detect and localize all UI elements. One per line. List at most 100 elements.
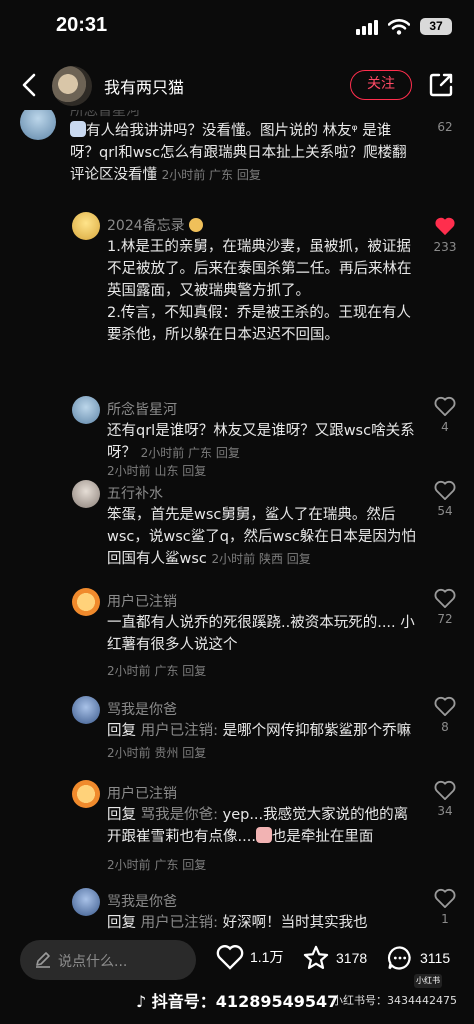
reply-target[interactable]: 用户已注销: xyxy=(141,915,218,931)
like-count: 72 xyxy=(437,612,453,626)
comment-meta[interactable]: 2小时前 广东 回复 xyxy=(107,856,206,873)
commenter-name[interactable]: 骂我是你爸 xyxy=(107,891,177,911)
comment-item: 用户已注销 一直都有人说乔的死很蹊跷..被资本玩死的.... 小红薯有很多人说这… xyxy=(0,586,474,682)
comment-item: 2024备忘录 1.林是王的亲舅，在瑞典沙妻，虽被抓，被证据不足被放了。后来在泰… xyxy=(0,210,474,478)
comment-meta[interactable]: 2小时前 广东 回复 xyxy=(107,662,206,679)
author-avatar[interactable] xyxy=(52,66,92,106)
comment-text: 回复 骂我是你爸: yep...我感觉大家说的他的离开跟崔雪莉也有点像.... 也… xyxy=(107,807,409,845)
emoji-icon xyxy=(70,121,86,137)
author-name[interactable]: 我有两只猫 xyxy=(104,74,184,98)
status-icons: 37 xyxy=(356,18,452,35)
like-button[interactable]: 72 xyxy=(430,588,460,626)
comment-item: 所念皆星河 还有qrl是谁呀？林友又是谁呀？又跟wsc啥关系呀？ 2小时前 广东… xyxy=(0,394,474,474)
signal-icon xyxy=(356,19,378,35)
comment-meta[interactable]: 2小时前 广东 回复 xyxy=(162,168,261,182)
target-emoji-icon xyxy=(189,218,204,232)
wifi-icon xyxy=(388,18,410,35)
xiaohongshu-watermark: 小红书号：3434442475 xyxy=(332,994,457,1007)
comment-total: 3115 xyxy=(420,950,451,966)
like-button[interactable]: 62 xyxy=(430,110,460,134)
like-count: 1 xyxy=(441,912,449,926)
comment-meta[interactable]: 2小时前 陕西 回复 xyxy=(212,552,311,566)
douyin-watermark: ♪ 抖音号：41289549547 xyxy=(136,992,339,1011)
like-count: 8 xyxy=(441,720,449,734)
commenter-avatar[interactable] xyxy=(72,588,100,616)
commenter-name[interactable]: 所念皆星河 xyxy=(107,399,177,419)
share-icon[interactable] xyxy=(428,72,454,98)
collect-total: 3178 xyxy=(336,950,368,966)
heart-outline-icon xyxy=(434,780,456,800)
battery-indicator: 37 xyxy=(420,18,452,35)
xiaohongshu-logo: 小红书 xyxy=(414,974,442,988)
pencil-icon xyxy=(36,952,50,968)
like-button[interactable]: 8 xyxy=(430,696,460,734)
input-placeholder: 说点什么... xyxy=(58,954,128,970)
heart-filled-icon xyxy=(435,217,455,236)
heart-outline-icon xyxy=(434,696,456,716)
comment-text: 回复 用户已注销: 是哪个网传抑郁紫鲨那个乔嘛 2小时前 贵州 回复 xyxy=(107,723,412,760)
comment-bubble-icon xyxy=(387,946,411,970)
like-button[interactable]: 34 xyxy=(430,780,460,818)
watermark: ♪ 抖音号：41289549547 小红书号：3434442475 xyxy=(136,988,474,1012)
like-button[interactable]: 4 xyxy=(430,396,460,434)
commenter-name[interactable]: 骂我是你爸 xyxy=(107,699,177,719)
star-outline-icon xyxy=(303,945,329,970)
like-stat-button[interactable]: 1.1万 xyxy=(216,944,283,970)
like-count: 34 xyxy=(437,804,453,818)
like-total: 1.1万 xyxy=(250,949,284,965)
commenter-avatar[interactable] xyxy=(72,396,100,424)
commenter-name[interactable]: 用户已注销 xyxy=(107,591,177,611)
comment-item: 五行补水 笨蛋，首先是wsc舅舅，鲨人了在瑞典。然后wsc，说wsc鲨了q，然后… xyxy=(0,478,474,578)
heart-outline-icon xyxy=(216,945,244,970)
commenter-avatar[interactable] xyxy=(72,696,100,724)
screen: 20:31 37 我有两只猫 关注 所念皆星河 有人给我讲讲吗？没看懂。图片说的… xyxy=(0,0,474,1024)
like-button[interactable]: 1 xyxy=(430,888,460,926)
commenter-avatar[interactable] xyxy=(72,480,100,508)
heart-outline-icon xyxy=(434,588,456,608)
like-button[interactable]: 54 xyxy=(430,480,460,518)
comment-item: 骂我是你爸 回复 用户已注销: 好深啊！当时其实我也 1 xyxy=(0,886,474,940)
comment-stat-button[interactable]: 3115 xyxy=(386,944,450,972)
like-count: 54 xyxy=(437,504,453,518)
collect-stat-button[interactable]: 3178 xyxy=(302,944,367,972)
comment-text: 一直都有人说乔的死很蹊跷..被资本玩死的.... 小红薯有很多人说这个 xyxy=(107,615,415,653)
comment-input[interactable]: 说点什么... xyxy=(20,940,196,980)
comment-meta[interactable]: 2小时前 贵州 回复 xyxy=(107,746,206,760)
douyin-note-icon: ♪ xyxy=(136,992,147,1011)
follow-button[interactable]: 关注 xyxy=(350,70,412,100)
comment-text: 1.林是王的亲舅，在瑞典沙妻，虽被抓，被证据不足被放了。后来在泰国杀第二任。再后… xyxy=(107,239,412,343)
like-count: 62 xyxy=(437,120,453,134)
like-count: 233 xyxy=(433,240,457,254)
commenter-avatar[interactable] xyxy=(72,212,100,240)
reply-target[interactable]: 骂我是你爸: xyxy=(141,807,218,823)
bottom-action-bar: 说点什么... 1.1万 3178 3115 xyxy=(0,938,474,988)
commenter-name[interactable]: 五行补水 xyxy=(107,483,163,503)
status-time: 20:31 xyxy=(56,14,108,36)
reply-target[interactable]: 用户已注销: xyxy=(141,723,218,739)
comment-item: 骂我是你爸 回复 用户已注销: 是哪个网传抑郁紫鲨那个乔嘛 2小时前 贵州 回复… xyxy=(0,694,474,774)
comment-text: 还有qrl是谁呀？林友又是谁呀？又跟wsc啥关系呀？ 2小时前 广东 回复 xyxy=(107,423,415,461)
heart-outline-icon xyxy=(434,480,456,500)
comment-text: 有人给我讲讲吗？没看懂。图片说的 林友ᵠ 是谁呀？qrl和wsc怎么有跟瑞典日本… xyxy=(70,121,407,183)
commenter-name[interactable]: 用户已注销 xyxy=(107,783,177,803)
comment-item: 用户已注销 回复 骂我是你爸: yep...我感觉大家说的他的离开跟崔雪莉也有点… xyxy=(0,778,474,878)
commenter-name[interactable]: 2024备忘录 xyxy=(107,215,204,235)
commenter-avatar[interactable] xyxy=(72,888,100,916)
status-bar: 20:31 37 xyxy=(0,0,474,56)
crying-emoji-icon xyxy=(255,827,272,843)
comment-meta[interactable]: 2小时前 广东 回复 xyxy=(141,446,240,460)
commenter-avatar[interactable] xyxy=(72,780,100,808)
heart-filled-icon xyxy=(434,110,456,116)
heart-outline-icon xyxy=(434,396,456,416)
comment-item: 所念皆星河 有人给我讲讲吗？没看懂。图片说的 林友ᵠ 是谁呀？qrl和wsc怎么… xyxy=(0,110,474,200)
comment-text: 笨蛋，首先是wsc舅舅，鲨人了在瑞典。然后wsc，说wsc鲨了q，然后wsc躲在… xyxy=(107,507,416,567)
back-arrow-icon[interactable] xyxy=(16,70,44,100)
comment-list: 所念皆星河 有人给我讲讲吗？没看懂。图片说的 林友ᵠ 是谁呀？qrl和wsc怎么… xyxy=(0,110,474,940)
like-button[interactable]: 233 xyxy=(430,216,460,254)
comment-text: 回复 用户已注销: 好深啊！当时其实我也 xyxy=(107,915,368,931)
top-nav: 我有两只猫 关注 xyxy=(0,60,474,110)
commenter-name[interactable]: 所念皆星河 xyxy=(70,110,140,120)
commenter-avatar[interactable] xyxy=(20,110,56,140)
heart-outline-icon xyxy=(434,888,456,908)
like-count: 4 xyxy=(441,420,449,434)
